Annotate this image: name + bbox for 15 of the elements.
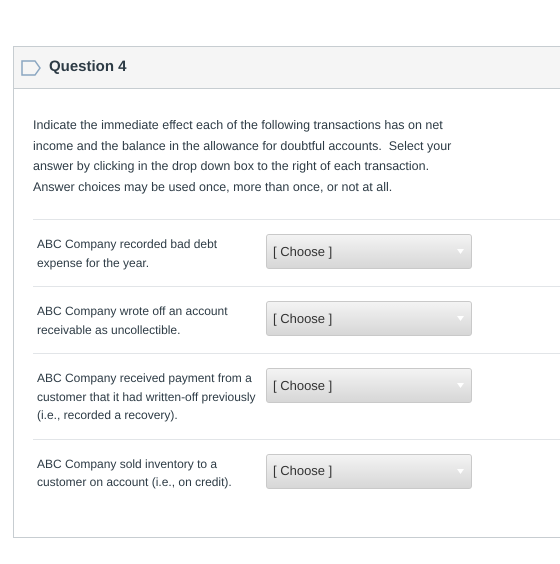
caret-icon	[457, 316, 464, 321]
transaction-text: ABC Company sold inventory to a customer on account (i.e., on credit).	[37, 456, 233, 491]
answer-dropdown[interactable]: [ Choose ]	[266, 234, 472, 269]
question-title: Question 4	[49, 57, 127, 78]
question-prompt: Indicate the immediate effect each of the following transactions has on net income and the balance in the allowance for doubtful accounts. Select your answer by clicking in the drop down box to the right of each transaction. Answer choices may be used once, more than once, or not at all.	[33, 117, 452, 196]
transaction-text: ABC Company received payment from a customer that it had written-off previously (i.e., recorded a recovery).	[37, 370, 257, 424]
answer-dropdown[interactable]: [ Choose ]	[266, 368, 472, 403]
answer-dropdown[interactable]: [ Choose ]	[266, 301, 472, 336]
transaction-text: ABC Company wrote off an account receivable as uncollectible.	[37, 303, 229, 338]
tag-icon	[21, 60, 41, 76]
transaction-text: ABC Company recorded bad debt expense for the year.	[37, 236, 218, 272]
caret-icon	[457, 249, 464, 254]
caret-icon	[457, 468, 464, 474]
answer-dropdown[interactable]: [ Choose ]	[266, 454, 472, 488]
caret-icon	[457, 383, 464, 388]
